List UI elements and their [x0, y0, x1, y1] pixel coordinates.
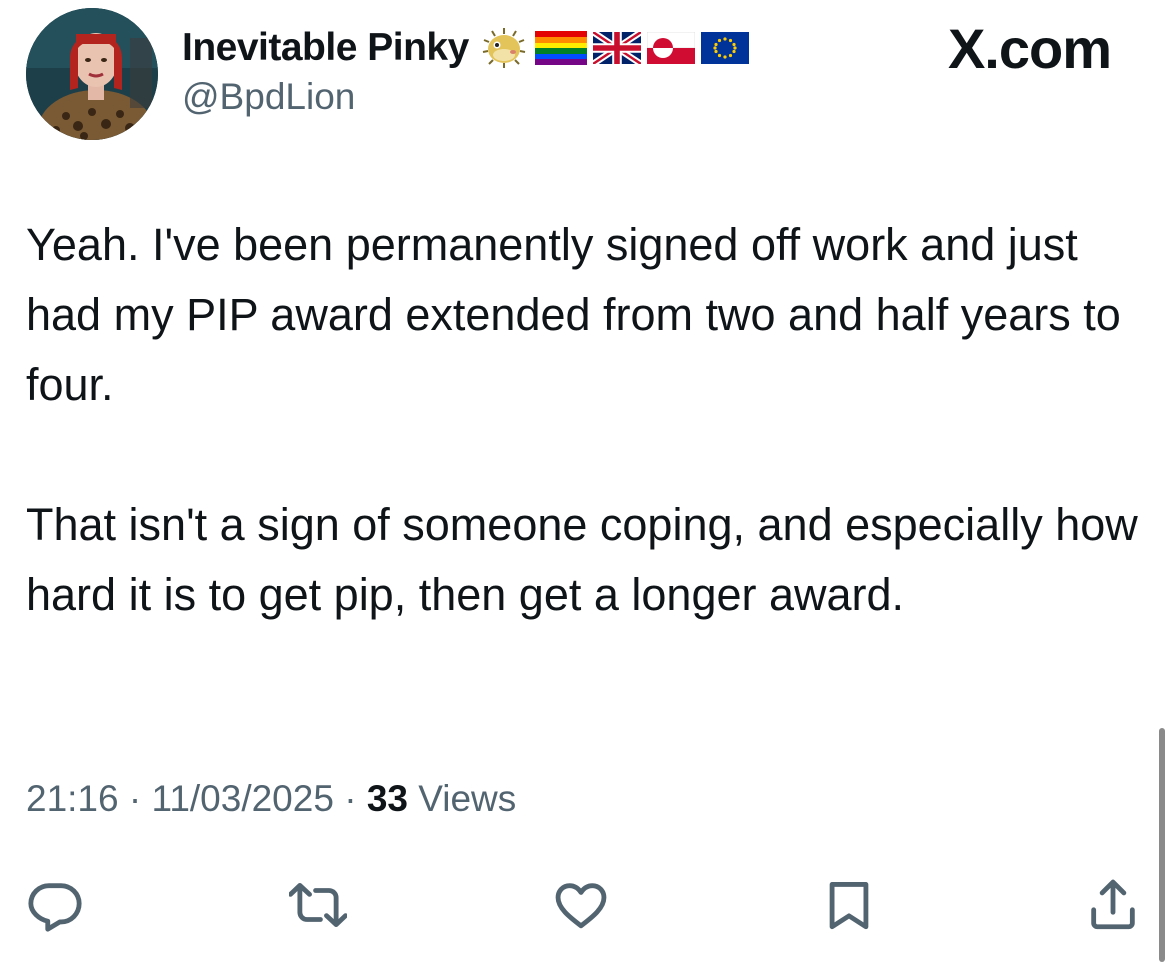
author-name-row: Inevitable Pinky — [182, 22, 749, 74]
avatar-photo — [26, 8, 158, 140]
reply-icon — [28, 883, 82, 932]
european-union-flag-icon — [700, 32, 749, 64]
share-button[interactable] — [1078, 870, 1148, 940]
bookmark-button[interactable] — [814, 870, 884, 940]
user-handle[interactable]: @BpdLion — [182, 76, 355, 118]
scrollbar[interactable] — [1159, 728, 1165, 962]
tweet-metadata: 21:16 · 11/03/2025 · 33 Views — [26, 778, 516, 820]
blowfish-icon — [482, 28, 525, 68]
share-icon — [1091, 879, 1135, 930]
repost-icon — [289, 883, 347, 927]
tweet-time[interactable]: 21:16 — [26, 778, 119, 819]
bookmark-icon — [829, 882, 869, 930]
tweet-actions — [0, 870, 1169, 940]
meta-separator: · — [344, 778, 357, 819]
views-label[interactable]: Views — [418, 778, 516, 819]
tweet-text: Yeah. I've been permanently signed off w… — [26, 210, 1146, 630]
name-emojis — [479, 26, 749, 70]
rainbow-flag-icon — [534, 31, 587, 65]
tweet-date[interactable]: 11/03/2025 — [151, 778, 333, 819]
greenland-flag-icon — [646, 32, 695, 64]
tweet-paragraph: That isn't a sign of someone coping, and… — [26, 499, 1138, 620]
display-name[interactable]: Inevitable Pinky — [182, 26, 469, 70]
united-kingdom-flag-icon — [592, 32, 641, 64]
avatar[interactable] — [26, 8, 158, 140]
views-count[interactable]: 33 — [367, 778, 408, 819]
meta-separator: · — [128, 778, 142, 819]
like-button[interactable] — [546, 870, 616, 940]
site-brand: X.com — [947, 17, 1112, 80]
repost-button[interactable] — [283, 870, 353, 940]
like-icon — [555, 883, 607, 929]
reply-button[interactable] — [20, 870, 90, 940]
tweet-paragraph: Yeah. I've been permanently signed off w… — [26, 219, 1121, 410]
